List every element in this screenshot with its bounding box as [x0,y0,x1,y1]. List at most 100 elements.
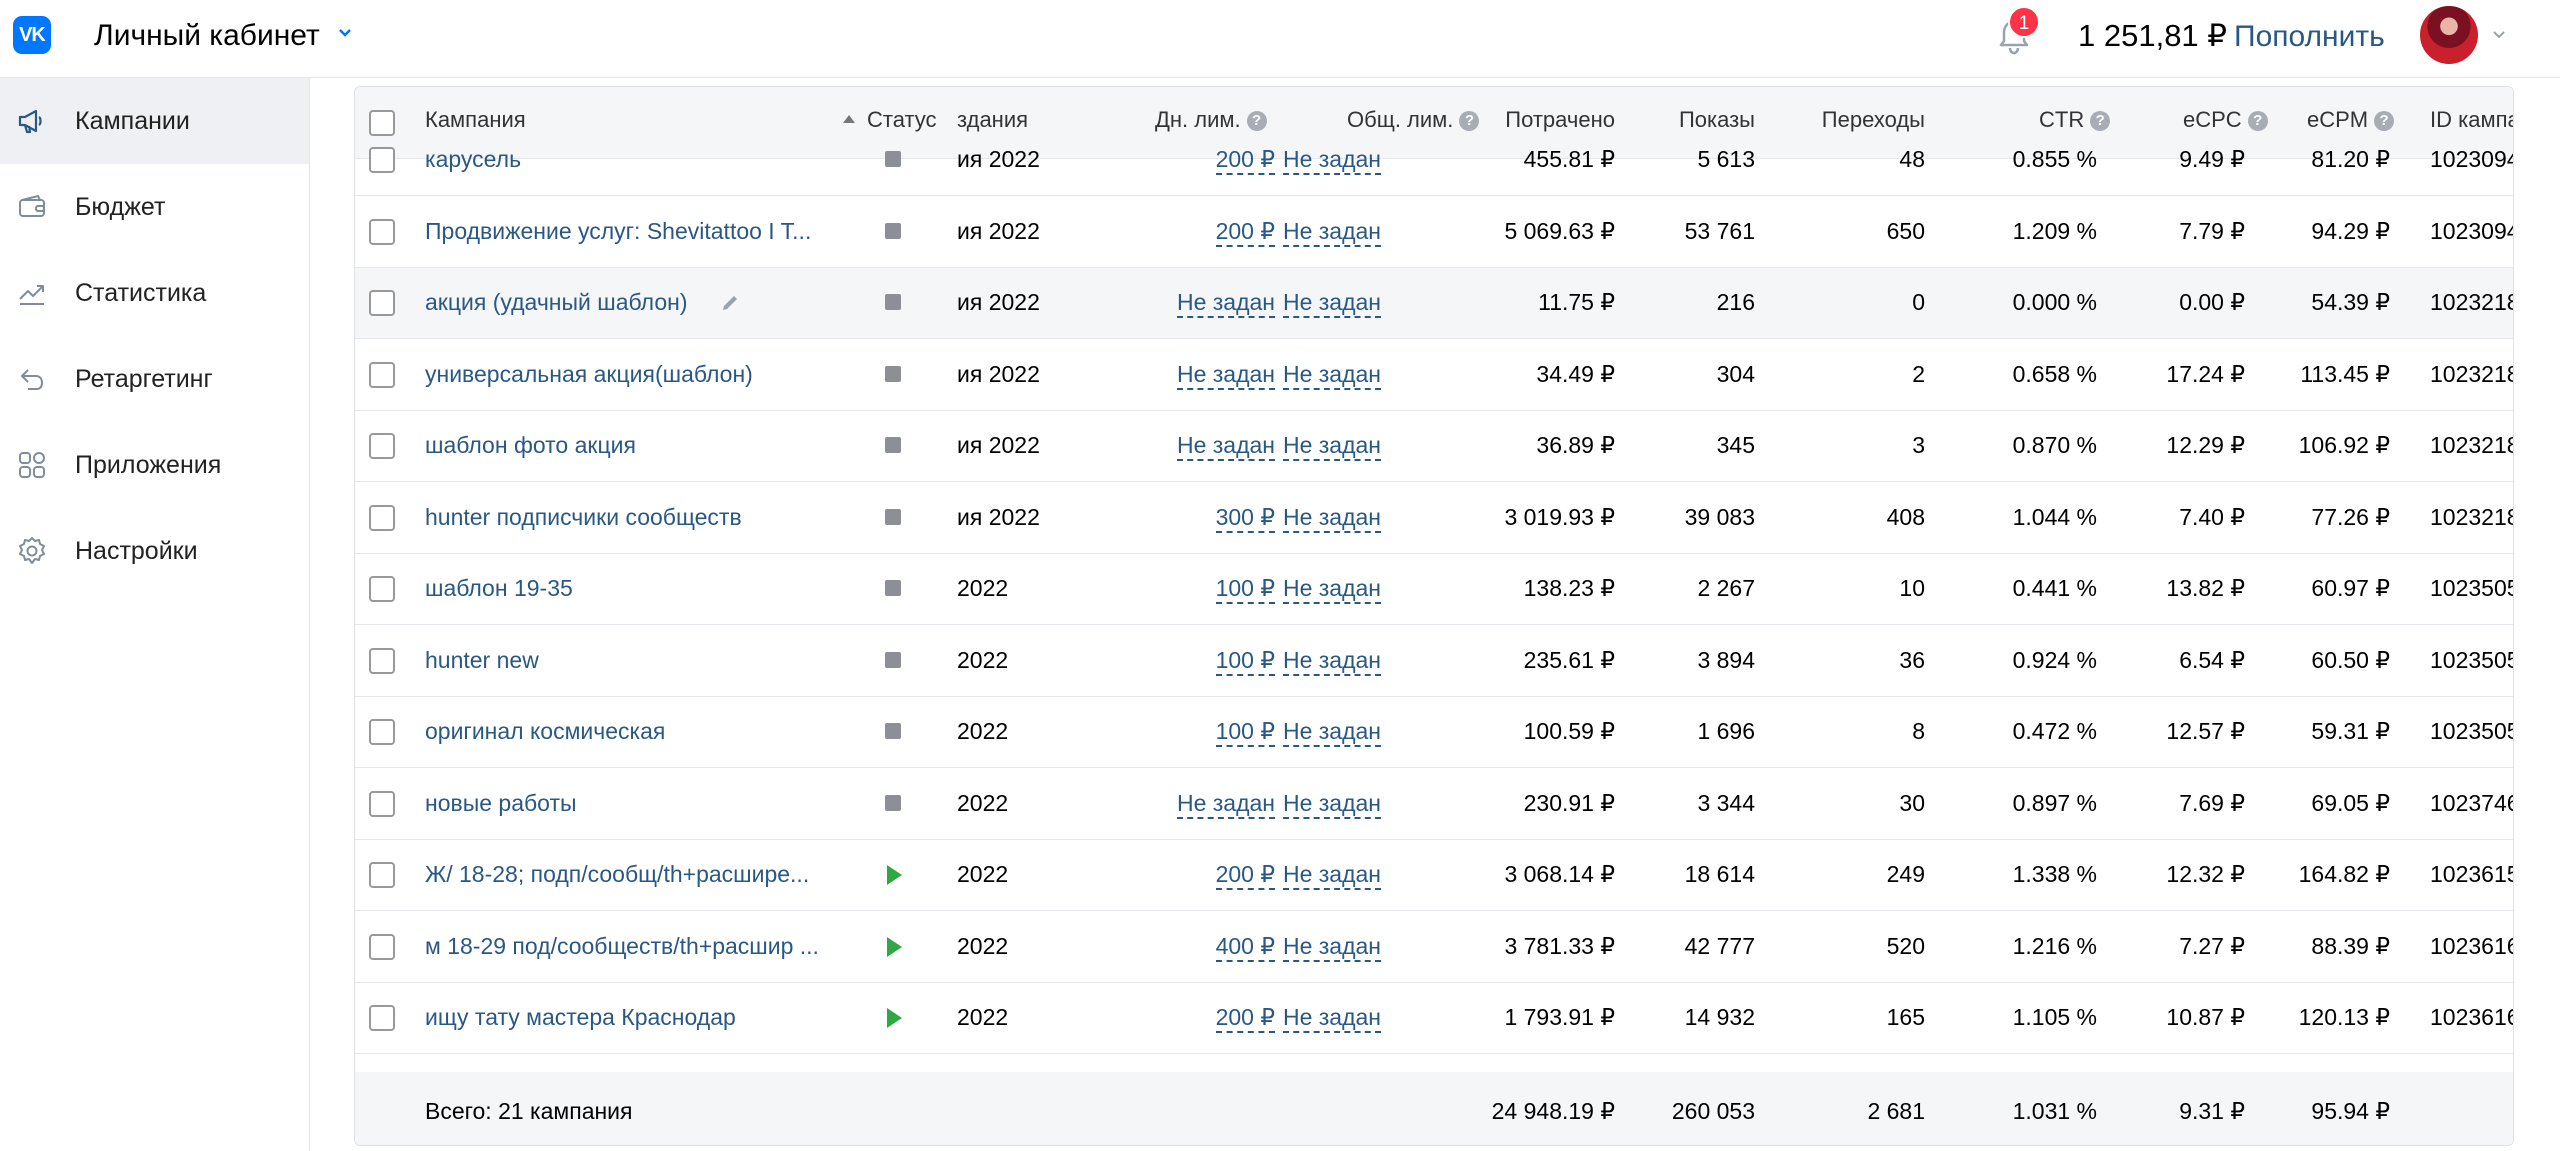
play-status-icon[interactable] [887,1008,902,1028]
table-row[interactable]: оригинал космическая 2022 100 ₽ Не задан 100… [355,697,2513,768]
play-status-icon[interactable] [887,865,902,885]
table-row[interactable]: Ж/ 18-28; подп/сообщ/th+расшире... 2022 20… [355,840,2513,911]
ecpm-cell: 88.39 ₽ [2311,933,2390,959]
total-limit-link[interactable]: Не задан [1282,933,1381,962]
row-checkbox[interactable] [369,648,395,674]
created-date: ия 2022 [957,432,1040,458]
row-checkbox[interactable] [369,1005,395,1031]
table-row[interactable]: ищу тату мастера Краснодар 2022 200 ₽ Не за… [355,983,2513,1054]
stop-status-icon[interactable] [885,652,901,668]
table-row[interactable]: универсальная акция(шаблон) ия 2022 Не зад… [355,340,2513,411]
impressions-cell: 14 932 [1684,1004,1755,1030]
table-row[interactable]: шаблон фото акция ия 2022 Не задан Не задан… [355,411,2514,482]
table-row[interactable]: шаблон 19-35 2022 100 ₽ Не задан 138.23 ₽ 2 2… [355,554,2513,625]
row-checkbox[interactable] [369,147,395,173]
sidebar-item-retargeting[interactable]: Ретаргетинг [0,336,309,422]
sidebar-item-label: Ретаргетинг [75,364,213,393]
sidebar-item-campaigns[interactable]: Кампании [0,78,309,164]
campaign-name-link[interactable]: hunter new [425,647,539,674]
megaphone-icon [18,109,42,134]
cabinet-title[interactable]: Личный кабинет [94,19,320,53]
total-limit-link[interactable]: Не задан [1282,718,1381,747]
campaign-name-link[interactable]: шаблон фото акция [425,432,636,459]
table-row[interactable]: hunter подписчики сообществ ия 2022 300 ₽ Н… [355,483,2513,554]
row-checkbox[interactable] [369,791,395,817]
campaign-name-link[interactable]: карусель [425,146,521,173]
edit-pencil-icon[interactable] [719,292,741,314]
avatar[interactable] [2420,6,2478,64]
campaign-name-link[interactable]: универсальная акция(шаблон) [425,361,753,388]
clicks-cell: 520 [1886,933,1925,959]
campaign-name-link[interactable]: hunter подписчики сообществ [425,504,742,531]
sidebar-item-statistics[interactable]: Статистика [0,250,309,336]
clicks-cell: 10 [1899,575,1925,601]
ecpc-cell: 17.24 ₽ [2166,361,2245,387]
total-limit-link[interactable]: Не задан [1282,504,1381,533]
campaign-name-link[interactable]: м 18-29 под/сообществ/th+расшир ... [425,933,819,960]
stop-status-icon[interactable] [885,509,901,525]
row-checkbox[interactable] [369,219,395,245]
sidebar-item-apps[interactable]: Приложения [0,422,309,508]
sidebar-item-settings[interactable]: Настройки [0,508,309,594]
ecpm-cell: 60.97 ₽ [2311,575,2390,601]
sort-asc-icon[interactable] [843,115,855,123]
campaign-name-link[interactable]: Ж/ 18-28; подп/сообщ/th+расшире... [425,861,809,888]
row-checkbox[interactable] [369,719,395,745]
row-checkbox[interactable] [369,433,395,459]
spent-cell: 11.75 ₽ [1538,289,1615,315]
table-row[interactable]: акция (удачный шаблон) ия 2022 Не задан Не … [355,268,2513,339]
total-limit-link[interactable]: Не задан [1282,289,1381,318]
stop-status-icon[interactable] [885,580,901,596]
stop-status-icon[interactable] [885,723,901,739]
table-row[interactable]: новые работы 2022 Не задан Не задан 230.91 ₽… [355,769,2513,840]
campaign-name-link[interactable]: шаблон 19-35 [425,575,573,602]
stop-status-icon[interactable] [885,294,901,310]
campaign-name-link[interactable]: ищу тату мастера Краснодар [425,1004,736,1031]
total-limit-link[interactable]: Не задан [1282,432,1381,461]
topup-link[interactable]: Пополнить [2234,20,2385,54]
clicks-cell: 408 [1886,504,1925,530]
stop-status-icon[interactable] [885,366,901,382]
stop-status-icon[interactable] [885,795,901,811]
campaign-name-link[interactable]: акция (удачный шаблон) [425,289,688,316]
chevron-down-icon[interactable] [338,28,352,38]
total-limit-link[interactable]: Не задан [1282,790,1381,819]
sidebar-item-budget[interactable]: Бюджет [0,164,309,250]
table-row[interactable]: hunter new 2022 100 ₽ Не задан 235.61 ₽ 3 894… [355,626,2513,697]
total-limit-link[interactable]: Не задан [1282,647,1381,676]
total-limit-link[interactable]: Не задан [1282,575,1381,604]
campaign-id-cell: 1023218 [2430,432,2514,458]
ecpc-cell: 6.54 ₽ [2179,647,2245,673]
row-checkbox[interactable] [369,576,395,602]
ecpc-cell: 13.82 ₽ [2166,575,2245,601]
table-row[interactable]: м 18-29 под/сообществ/th+расшир ... 2022 4… [355,912,2513,983]
account-balance: 1 251,81 ₽ [2078,18,2228,53]
campaign-name-link[interactable]: Продвижение услуг: Shevitattoo I T... [425,218,811,245]
impressions-cell: 1 696 [1697,718,1755,744]
vk-logo-icon[interactable]: VK [13,16,51,54]
campaign-name-link[interactable]: оригинал космическая [425,718,665,745]
row-checkbox[interactable] [369,290,395,316]
total-limit-link[interactable]: Не задан [1282,218,1381,247]
chevron-down-icon[interactable] [2492,30,2506,40]
stop-status-icon[interactable] [885,437,901,453]
table-row[interactable]: Продвижение услуг: Shevitattoo I T... ия … [355,197,2513,268]
play-status-icon[interactable] [887,937,902,957]
row-checkbox[interactable] [369,862,395,888]
campaign-name-link[interactable]: новые работы [425,790,577,817]
row-checkbox[interactable] [369,934,395,960]
total-ecpm: 95.94 ₽ [2311,1098,2390,1124]
row-checkbox[interactable] [369,505,395,531]
total-limit-link[interactable]: Не задан [1282,1004,1381,1033]
spent-cell: 138.23 ₽ [1523,575,1615,601]
top-header: VK Личный кабинет 1 1 251,81 ₽ Пополнить [0,0,2560,78]
row-checkbox[interactable] [369,362,395,388]
total-limit-link[interactable]: Не задан [1282,361,1381,390]
total-limit-link[interactable]: Не задан [1282,861,1381,890]
ecpc-cell: 12.29 ₽ [2166,432,2245,458]
stop-status-icon[interactable] [885,151,901,167]
table-row[interactable]: карусель ия 2022 200 ₽ Не задан 455.81 ₽ 5 61… [355,125,2513,196]
total-limit-link[interactable]: Не задан [1282,146,1381,175]
day-limit-cell: Не задан [1115,361,1275,390]
stop-status-icon[interactable] [885,223,901,239]
